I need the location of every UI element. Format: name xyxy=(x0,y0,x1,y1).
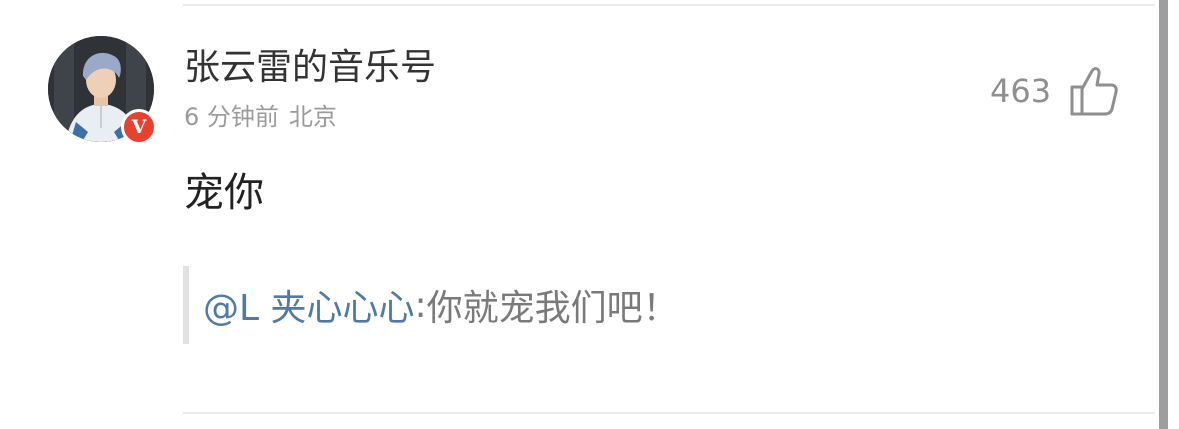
scrollbar[interactable] xyxy=(1159,0,1168,429)
quote-separator: : xyxy=(414,284,427,326)
mention-link[interactable]: @L 夹心心心 xyxy=(203,279,415,331)
top-divider xyxy=(183,4,1155,6)
verified-badge-icon: V xyxy=(121,109,157,145)
quoted-reply[interactable]: @L 夹心心心: 你就宠我们吧！ xyxy=(183,266,823,344)
comment-location: 北京 xyxy=(288,103,337,131)
comment-time: 6 分钟前 xyxy=(184,103,279,131)
like-button[interactable]: 463 xyxy=(990,64,1119,118)
comment-meta: 6 分钟前 北京 xyxy=(184,101,337,133)
thumbs-up-icon xyxy=(1070,67,1118,116)
author-name[interactable]: 张云雷的音乐号 xyxy=(184,46,436,90)
comment-text: 宠你 xyxy=(184,170,264,216)
quote-text: 你就宠我们吧！ xyxy=(426,288,679,329)
comment-card: V 张云雷的音乐号 6 分钟前 北京 463 宠你 @L 夹心心心: 你就宠我们吧… xyxy=(0,0,1179,429)
like-count: 463 xyxy=(990,72,1052,110)
bottom-divider xyxy=(183,412,1155,414)
